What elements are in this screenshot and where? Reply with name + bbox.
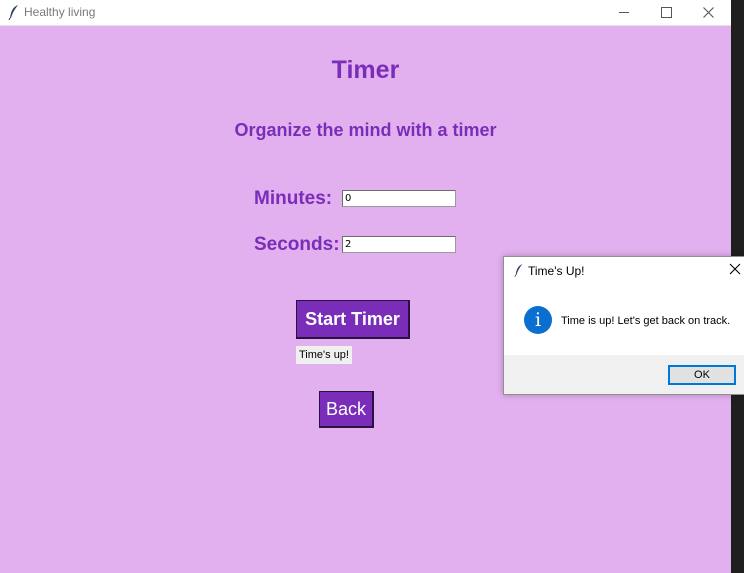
- seconds-input[interactable]: 2: [342, 236, 456, 253]
- dialog-footer: OK: [504, 355, 744, 394]
- minutes-label: Minutes:: [254, 188, 333, 209]
- feather-icon: [514, 264, 523, 277]
- minutes-input[interactable]: 0: [342, 190, 456, 207]
- page-subtitle: Organize the mind with a timer: [234, 120, 497, 140]
- feather-icon: [8, 5, 18, 20]
- close-icon: [702, 7, 714, 18]
- start-timer-button[interactable]: Start Timer: [296, 300, 410, 339]
- maximize-icon: [660, 7, 672, 18]
- close-icon[interactable]: [729, 263, 741, 275]
- close-button[interactable]: [687, 0, 729, 25]
- info-icon: i: [524, 306, 552, 334]
- window-title: Healthy living: [24, 5, 96, 19]
- back-button[interactable]: Back: [319, 391, 374, 428]
- dialog-title: Time's Up!: [528, 264, 585, 278]
- dialog-message: Time is up! Let's get back on track.: [561, 315, 731, 327]
- status-label: Time's up!: [296, 346, 352, 364]
- dialog-titlebar[interactable]: Time's Up!: [504, 257, 744, 285]
- page-title: Timer: [331, 56, 400, 84]
- ok-button[interactable]: OK: [668, 365, 736, 385]
- window-titlebar[interactable]: Healthy living: [0, 0, 731, 26]
- seconds-label: Seconds:: [254, 234, 340, 255]
- maximize-button[interactable]: [645, 0, 687, 25]
- minimize-icon: [619, 12, 629, 13]
- minimize-button[interactable]: [603, 0, 645, 25]
- times-up-dialog: Time's Up! i Time is up! Let's get back …: [503, 256, 744, 395]
